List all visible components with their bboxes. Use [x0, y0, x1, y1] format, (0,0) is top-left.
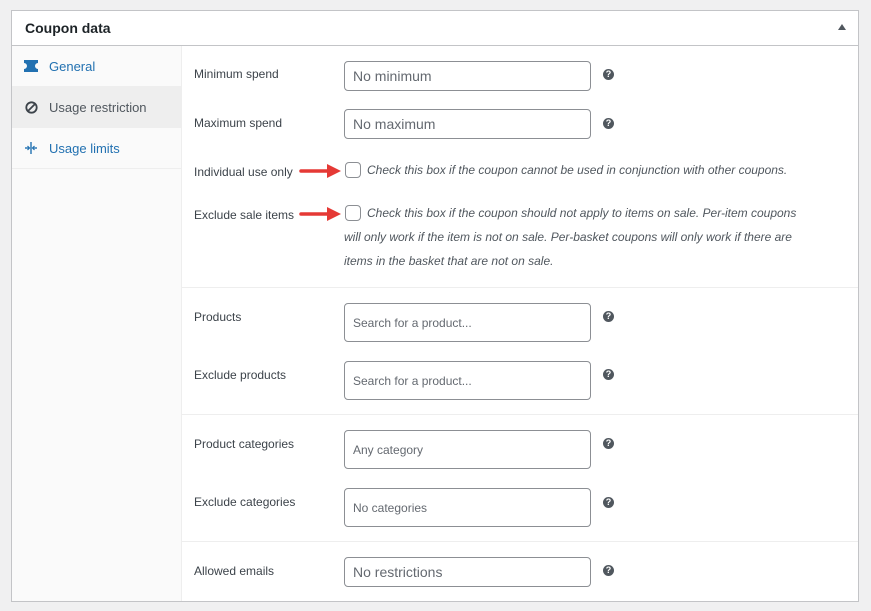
- exclude-categories-label: Exclude categories: [194, 495, 296, 509]
- exclude-categories-select[interactable]: No categories: [344, 488, 591, 527]
- exclude-products-placeholder: Search for a product...: [353, 373, 472, 388]
- product-categories-placeholder: Any category: [353, 442, 424, 457]
- exclude-sale-description-line: items in the basket that are not on sale…: [344, 254, 554, 268]
- product-categories-select[interactable]: Any category: [344, 430, 591, 469]
- section-divider: [182, 541, 858, 542]
- individual-use-checkbox[interactable]: [345, 162, 361, 178]
- limits-icon: [24, 141, 38, 155]
- exclude-products-label: Exclude products: [194, 368, 287, 382]
- tab-label: Usage limits: [49, 140, 120, 156]
- coupon-data-panel: Coupon data General Usage restriction Us…: [11, 10, 859, 602]
- help-icon[interactable]: ?: [603, 497, 614, 508]
- tab-usage-limits[interactable]: Usage limits: [12, 128, 181, 169]
- help-icon[interactable]: ?: [603, 69, 614, 80]
- ticket-icon: [24, 59, 38, 73]
- tab-general[interactable]: General: [12, 46, 181, 87]
- individual-use-description: Check this box if the coupon cannot be u…: [367, 163, 788, 177]
- allowed-emails-label: Allowed emails: [194, 564, 275, 578]
- usage-restriction-content: Minimum spend No minimum ? Maximum spend…: [182, 46, 858, 601]
- products-search-input[interactable]: Search for a product...: [344, 303, 591, 342]
- section-divider: [182, 287, 858, 288]
- panel-header: Coupon data: [12, 11, 858, 46]
- exclude-sale-label: Exclude sale items: [194, 208, 295, 222]
- coupon-tabs: General Usage restriction Usage limits: [12, 46, 182, 601]
- maximum-spend-label: Maximum spend: [194, 116, 283, 130]
- individual-use-label: Individual use only: [194, 165, 293, 179]
- arrow-annotation-icon: [299, 207, 341, 221]
- product-categories-label: Product categories: [194, 437, 295, 451]
- minimum-spend-input[interactable]: No minimum: [344, 61, 591, 91]
- allowed-emails-input[interactable]: No restrictions: [344, 557, 591, 587]
- exclude-sale-description-line: will only work if the item is not on sal…: [344, 230, 792, 244]
- help-icon[interactable]: ?: [603, 369, 614, 380]
- collapse-toggle-icon[interactable]: [838, 24, 846, 30]
- minimum-spend-label: Minimum spend: [194, 67, 279, 81]
- tab-label: General: [49, 58, 96, 74]
- help-icon[interactable]: ?: [603, 438, 614, 449]
- prohibited-icon: [24, 100, 38, 114]
- section-divider: [182, 414, 858, 415]
- arrow-annotation-icon: [299, 164, 341, 178]
- maximum-spend-placeholder: No maximum: [353, 116, 436, 132]
- minimum-spend-placeholder: No minimum: [353, 68, 432, 84]
- help-icon[interactable]: ?: [603, 118, 614, 129]
- tab-usage-restriction[interactable]: Usage restriction: [12, 87, 181, 128]
- panel-title: Coupon data: [25, 20, 111, 36]
- products-label: Products: [194, 310, 242, 324]
- help-icon[interactable]: ?: [603, 311, 614, 322]
- allowed-emails-placeholder: No restrictions: [353, 564, 443, 580]
- exclude-sale-description-line: Check this box if the coupon should not …: [367, 206, 797, 220]
- products-placeholder: Search for a product...: [353, 315, 472, 330]
- exclude-products-search-input[interactable]: Search for a product...: [344, 361, 591, 400]
- tab-label: Usage restriction: [49, 99, 147, 115]
- exclude-sale-checkbox[interactable]: [345, 205, 361, 221]
- help-icon[interactable]: ?: [603, 565, 614, 576]
- exclude-categories-placeholder: No categories: [353, 500, 428, 515]
- maximum-spend-input[interactable]: No maximum: [344, 109, 591, 139]
